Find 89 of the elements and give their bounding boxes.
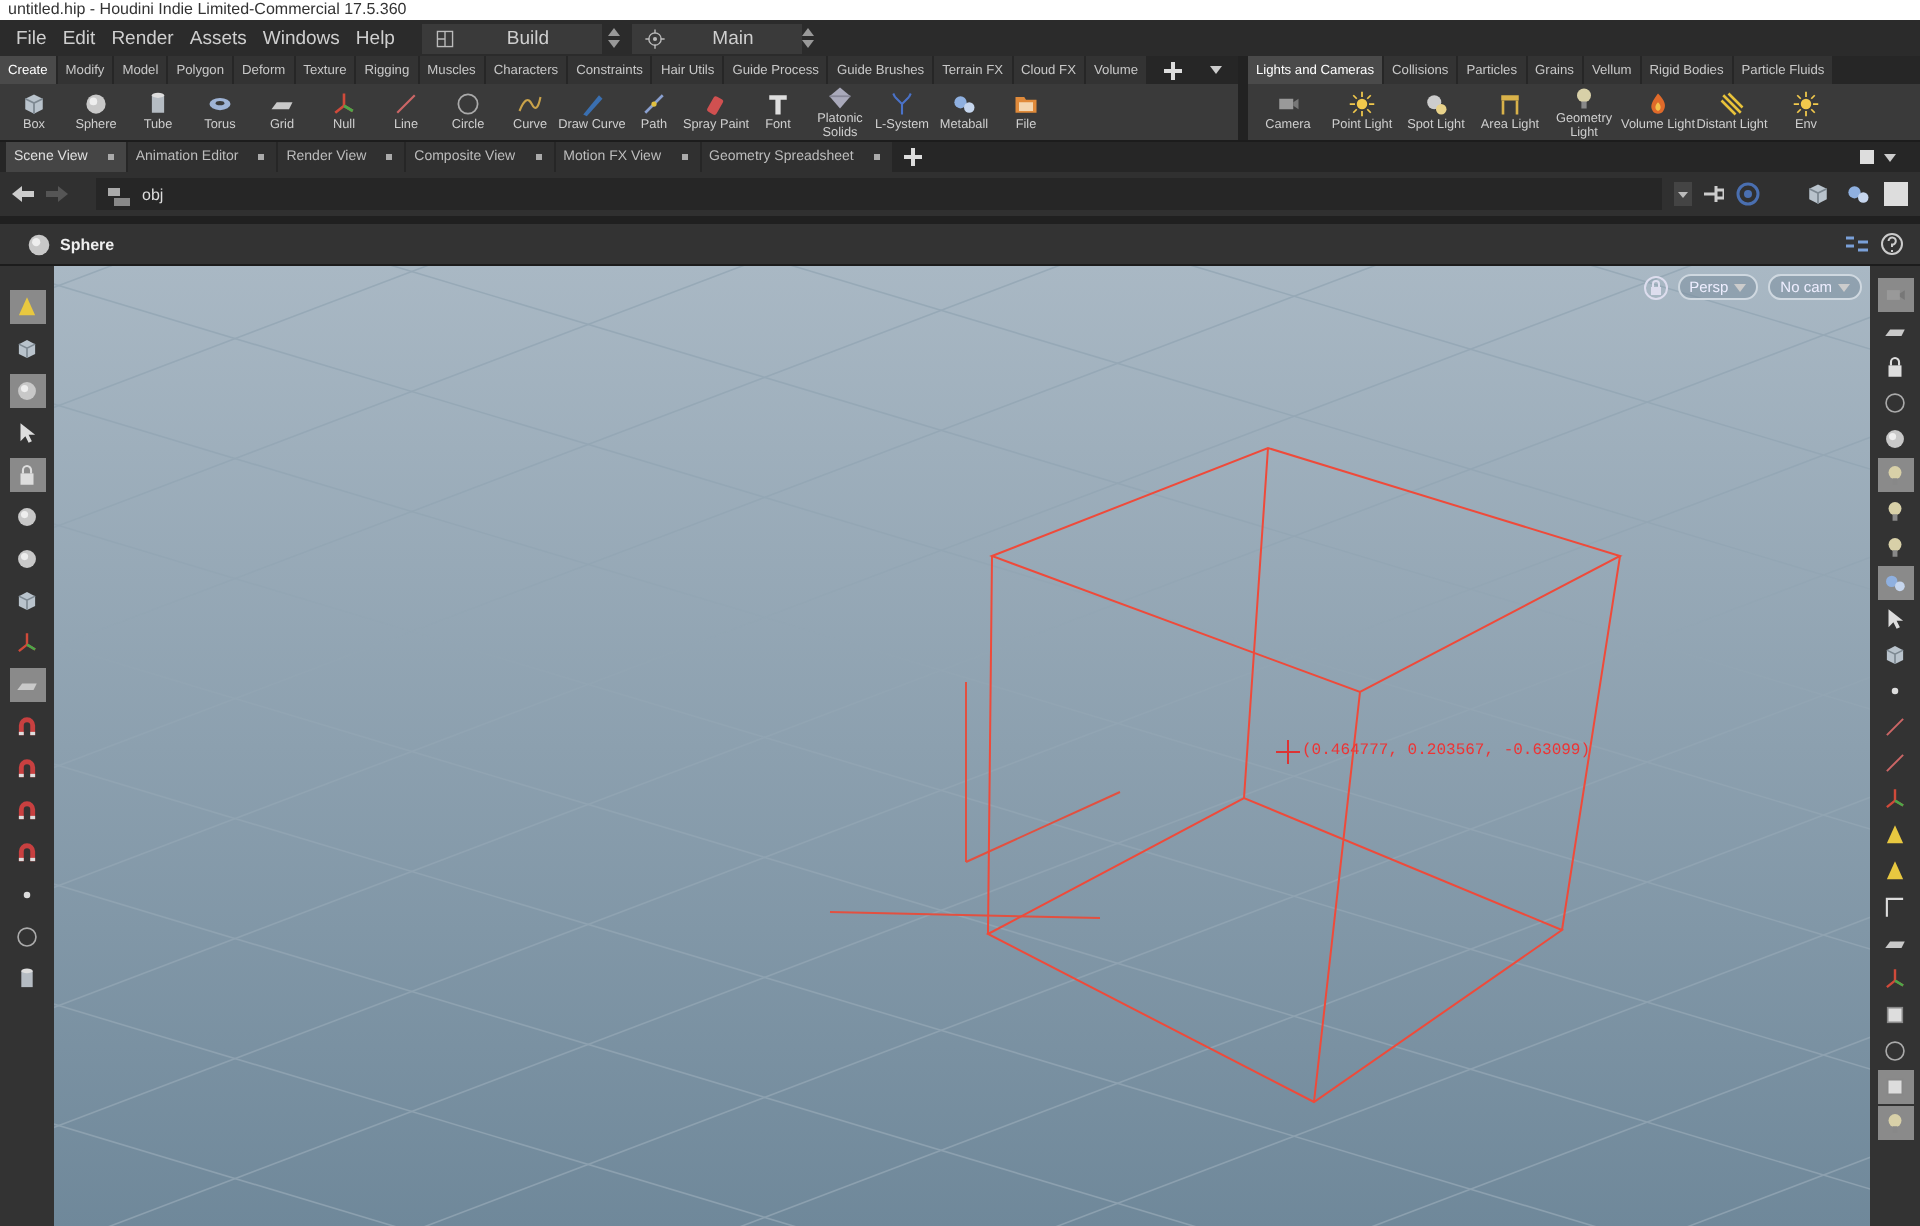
menu-item[interactable]: Assets (181, 27, 255, 49)
help-icon (1880, 232, 1904, 256)
gem-icon (826, 84, 854, 112)
caret-icon (1884, 153, 1896, 161)
desktop-selector[interactable]: Main (632, 23, 803, 53)
caret-icon (1838, 283, 1850, 291)
close-icon (107, 154, 114, 160)
cube-icon (20, 90, 48, 119)
magnet-icon (14, 756, 40, 782)
line-icon (1882, 750, 1908, 776)
branching-icon (888, 90, 916, 119)
toolbar-button[interactable] (1877, 566, 1913, 600)
menu-item[interactable]: Render (103, 27, 182, 49)
forward-arrow-icon (46, 184, 68, 204)
line-icon (392, 90, 420, 119)
circle-icon (454, 90, 482, 119)
cube-icon (1804, 180, 1832, 208)
caret-icon (1210, 66, 1222, 74)
square-icon (1884, 182, 1908, 206)
cone-icon (14, 294, 40, 320)
node-icon (108, 183, 130, 205)
caret-icon (1734, 283, 1747, 291)
cube-icon (1882, 642, 1908, 668)
magnet-icon (14, 798, 40, 824)
square-icon (1860, 150, 1874, 164)
crosshair-icon (1275, 739, 1301, 765)
t-shape-icon (764, 90, 792, 119)
path-field[interactable]: obj (96, 178, 1662, 210)
axes-icon (1882, 966, 1908, 992)
sphere-icon (14, 378, 40, 404)
close-icon (535, 154, 542, 160)
magnet-icon (14, 714, 40, 740)
toolbar-button[interactable] (1877, 458, 1913, 492)
cube-icon (14, 588, 40, 614)
blobs-icon (1844, 180, 1872, 208)
sphere-icon (14, 504, 40, 530)
cube-icon (14, 336, 40, 362)
circle-icon (14, 924, 40, 950)
toolbar-button[interactable] (9, 290, 45, 324)
menu-item[interactable]: Windows (254, 27, 348, 49)
toolbar-button[interactable] (9, 458, 45, 492)
axes-icon (14, 630, 40, 656)
layout-icon (434, 27, 457, 49)
operation-name: Sphere (60, 235, 115, 253)
square-icon (1882, 1002, 1908, 1028)
close-icon (873, 154, 880, 160)
pin-icon (1704, 184, 1724, 204)
toolbar-button[interactable] (1877, 1070, 1913, 1104)
blobs-icon (950, 90, 978, 119)
up-down-arrows-icon (802, 28, 815, 48)
sphere-icon (82, 90, 110, 119)
dropdown-icon (1674, 182, 1692, 206)
plus-icon (1164, 61, 1182, 79)
toolbar-button[interactable] (9, 668, 45, 702)
toolbar-button[interactable] (1877, 278, 1913, 312)
close-icon (681, 154, 687, 160)
axes-icon (330, 90, 358, 119)
axes-icon (1882, 786, 1908, 812)
blobs-icon (1882, 570, 1908, 596)
sphere-icon (1882, 426, 1908, 452)
path-text: obj (142, 185, 164, 203)
circle-icon (1882, 390, 1908, 416)
circle-icon (1882, 1038, 1908, 1064)
lock-icon (1643, 275, 1668, 299)
window-title: untitled.hip - Houdini Indie Limited-Commercial 17.5.360 (6, 0, 409, 20)
corner-icon (1882, 894, 1908, 920)
sphere-icon (24, 229, 54, 259)
toolbar-button[interactable] (9, 374, 45, 408)
up-down-arrows-icon (608, 28, 621, 48)
cone-icon (1882, 822, 1908, 848)
cone-icon (1882, 858, 1908, 884)
path-icon (640, 90, 668, 119)
target-icon (644, 27, 667, 49)
close-icon (386, 154, 393, 160)
toolbar-button[interactable] (1877, 1106, 1913, 1140)
square-icon (1882, 1074, 1908, 1100)
menu-item[interactable]: Help (347, 27, 403, 49)
menu-item[interactable]: File (8, 27, 55, 49)
back-arrow-icon (12, 184, 34, 204)
plus-icon (903, 148, 922, 166)
close-icon (258, 154, 265, 160)
menu-item[interactable]: Edit (54, 27, 104, 49)
line-icon (1882, 714, 1908, 740)
magnet-icon (14, 840, 40, 866)
pen-icon (578, 90, 606, 119)
ring-icon (1736, 182, 1760, 206)
options-icon (1846, 234, 1868, 254)
desktop-selector[interactable]: Build (422, 23, 603, 53)
sphere-icon (14, 546, 40, 572)
